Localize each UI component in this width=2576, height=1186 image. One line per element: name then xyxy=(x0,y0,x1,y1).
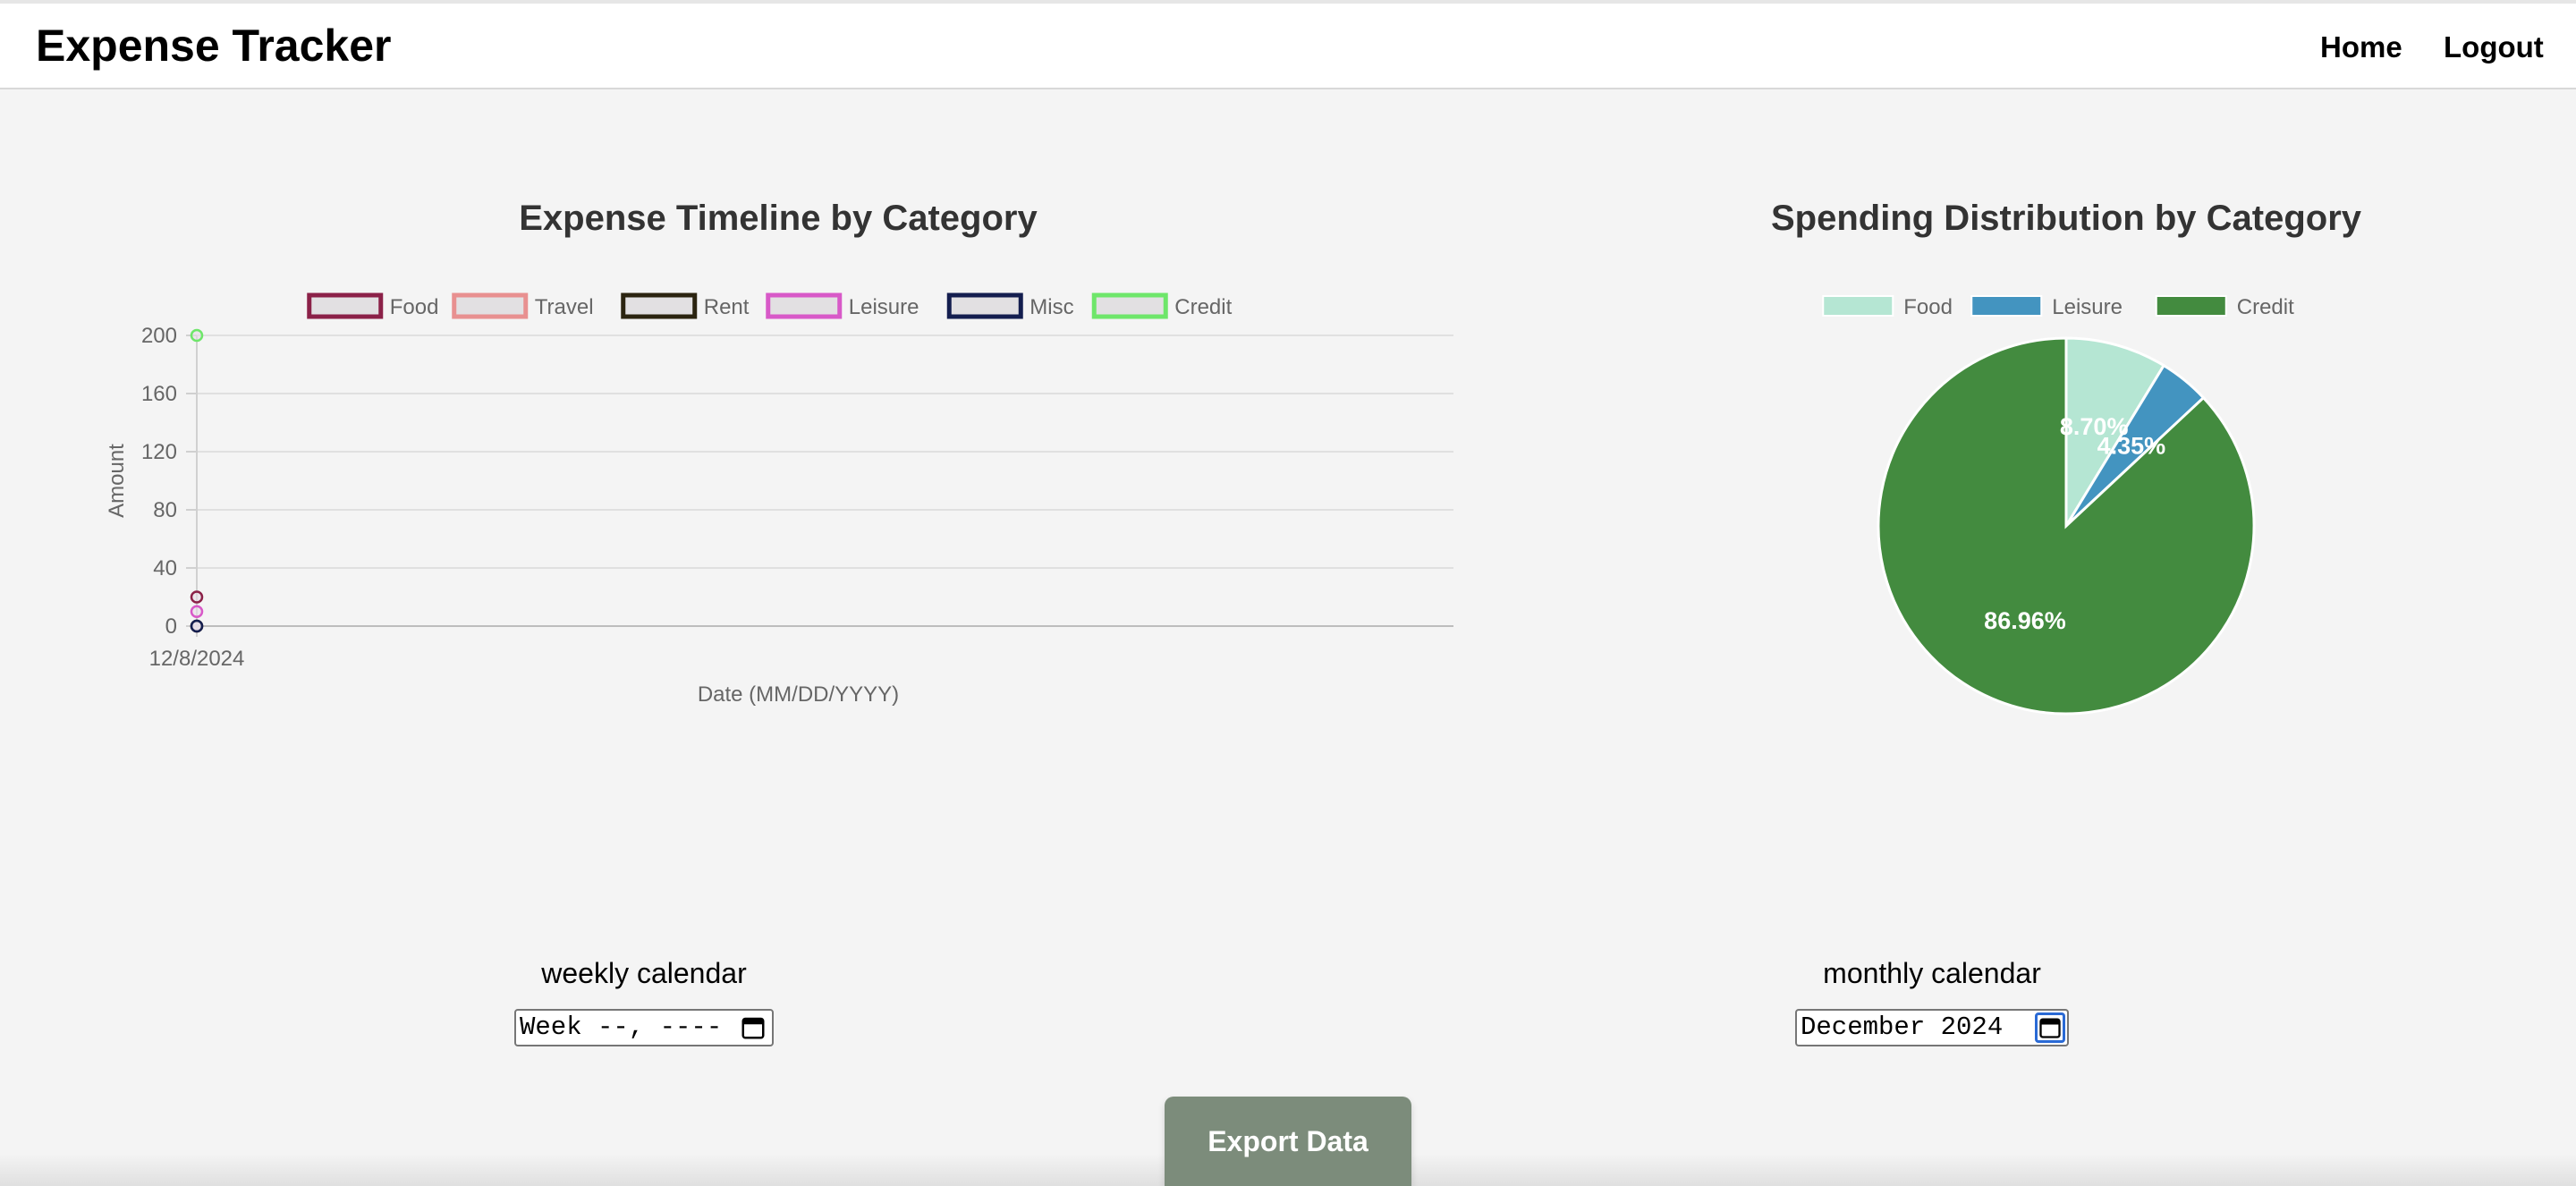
y-tick-label: 40 xyxy=(153,556,177,580)
x-tick-label: 12/8/2024 xyxy=(149,647,245,671)
legend-swatch-leisure xyxy=(1970,295,2043,317)
y-tick-label: 0 xyxy=(165,614,177,639)
nav-home-link[interactable]: Home xyxy=(2320,32,2402,62)
legend-swatch-misc xyxy=(946,292,1023,319)
weekly-calendar-input[interactable]: Week --, ---- xyxy=(514,1009,774,1046)
monthly-calendar-label: monthly calendar xyxy=(1823,957,2041,989)
y-axis-title: Amount xyxy=(105,444,129,518)
weekly-calendar-value: Week --, ---- xyxy=(520,1012,723,1042)
legend-label-misc: Misc xyxy=(1030,295,1073,319)
calendar-icon[interactable] xyxy=(2035,1012,2065,1043)
data-point-leisure xyxy=(190,605,204,618)
y-tick-label: 120 xyxy=(141,440,177,464)
legend-swatch-credit xyxy=(1091,292,1168,319)
legend-swatch-food xyxy=(1822,295,1894,317)
calendar-icon[interactable] xyxy=(740,1014,767,1041)
monthly-calendar-input[interactable]: December 2024 xyxy=(1795,1009,2069,1046)
data-point-misc xyxy=(190,619,204,633)
y-tick-label: 200 xyxy=(141,324,177,348)
legend-swatch-credit xyxy=(2155,295,2227,317)
legend-label-credit: Credit xyxy=(1174,295,1232,319)
expense-timeline-chart: Food Travel Rent Leisure Misc Credit 0 40 80 120 1… xyxy=(105,292,1453,707)
legend-label-leisure: Leisure xyxy=(2052,295,2123,319)
y-tick-label: 80 xyxy=(153,498,177,522)
legend-swatch-rent xyxy=(621,292,698,319)
legend-swatch-food xyxy=(307,292,384,319)
x-axis-title: Date (MM/DD/YYYY) xyxy=(698,682,899,707)
data-point-credit xyxy=(190,328,204,343)
legend-label-food: Food xyxy=(1903,295,1953,319)
spending-distribution-chart: Food Leisure Credit8.70%4.35%86.96% xyxy=(1822,295,2294,716)
line-chart-title: Expense Timeline by Category xyxy=(519,199,1038,238)
nav-logout-link[interactable]: Logout xyxy=(2444,32,2544,62)
weekly-calendar-label: weekly calendar xyxy=(541,957,747,989)
pie-value-label-leisure: 4.35% xyxy=(2097,432,2166,459)
app-title: Expense Tracker xyxy=(36,21,392,71)
export-data-button[interactable]: Export Data xyxy=(1165,1097,1411,1186)
legend-label-travel: Travel xyxy=(535,295,594,319)
legend-swatch-leisure xyxy=(766,292,843,319)
pie-value-label-credit: 86.96% xyxy=(1984,607,2066,634)
y-tick-label: 160 xyxy=(141,382,177,406)
legend-label-leisure: Leisure xyxy=(849,295,919,319)
legend-label-credit: Credit xyxy=(2237,295,2294,319)
monthly-calendar-value: December 2024 xyxy=(1801,1012,2004,1042)
legend-label-rent: Rent xyxy=(704,295,750,319)
pie-chart-title: Spending Distribution by Category xyxy=(1770,199,2362,238)
data-point-food xyxy=(190,590,204,604)
legend-label-food: Food xyxy=(390,295,439,319)
legend-swatch-travel xyxy=(452,292,529,319)
navbar: Expense Tracker Home Logout xyxy=(0,4,2576,89)
